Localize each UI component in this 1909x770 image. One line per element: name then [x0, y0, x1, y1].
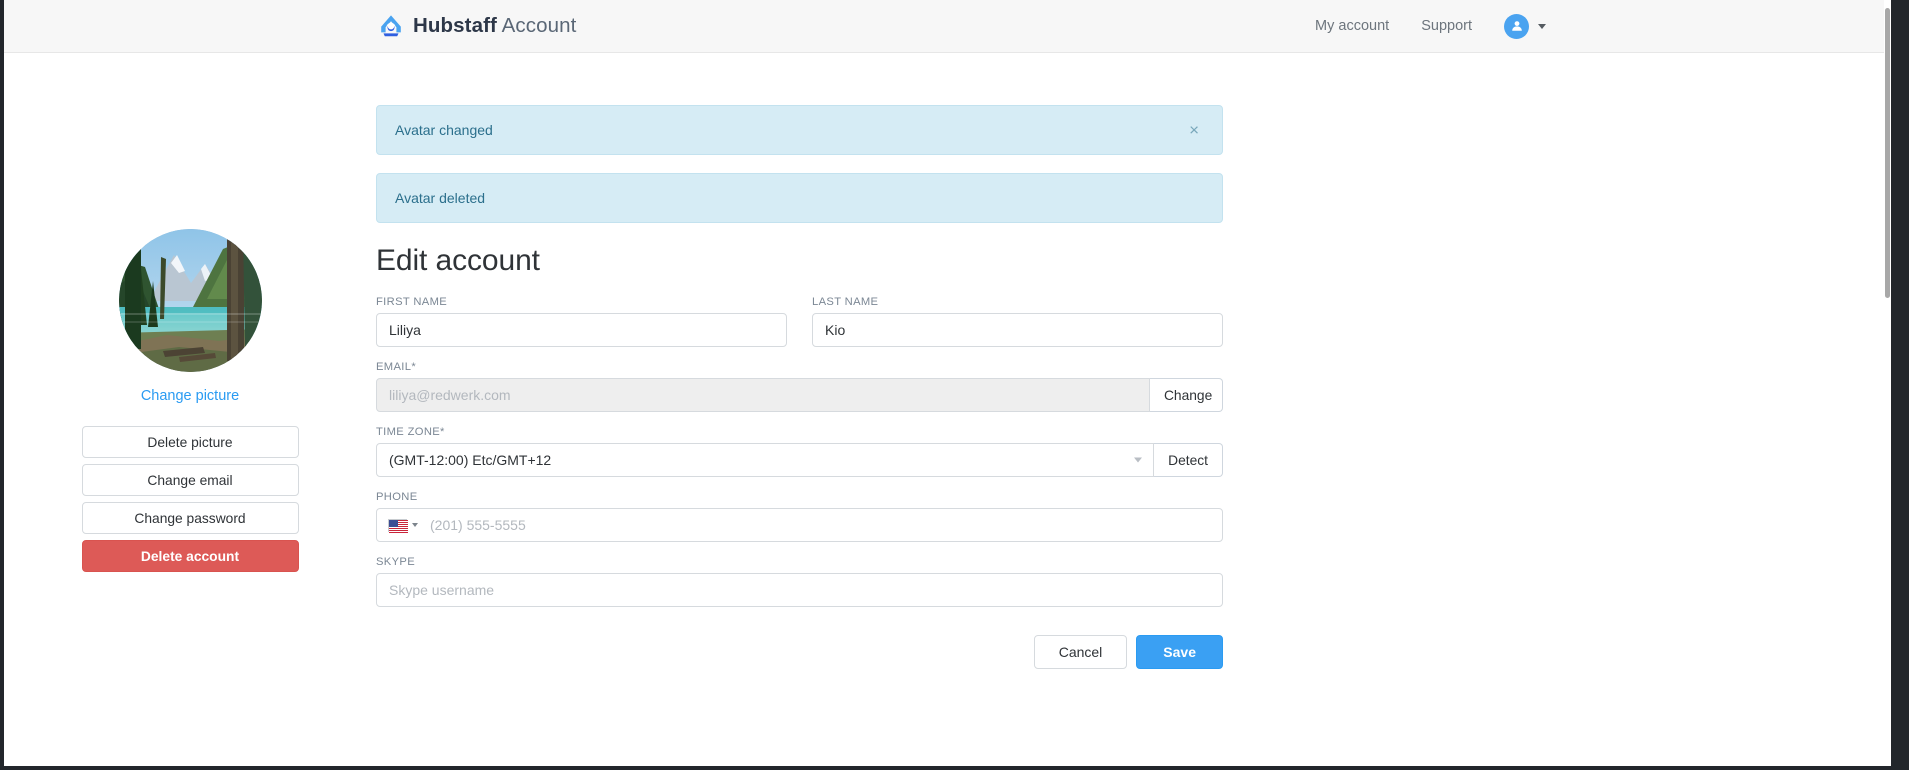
- detect-timezone-button[interactable]: Detect: [1154, 443, 1223, 477]
- chevron-down-icon: [1538, 23, 1546, 29]
- skype-label: SKYPE: [376, 556, 416, 568]
- last-name-group: LAST NAME: [812, 296, 1223, 347]
- nav-my-account[interactable]: My account: [1299, 18, 1405, 34]
- change-password-button[interactable]: Change password: [81, 502, 299, 534]
- skype-group: SKYPE: [376, 556, 1223, 607]
- alert-message: Avatar changed: [395, 122, 493, 138]
- timezone-group: TIME ZONE* Detect: [376, 426, 1223, 477]
- delete-account-button[interactable]: Delete account: [81, 540, 299, 572]
- us-flag-icon: [388, 518, 408, 533]
- browser-viewport: Hubstaff Account My account Support Chan…: [0, 0, 1909, 770]
- phone-group: PHONE: [376, 491, 1223, 542]
- timezone-label: TIME ZONE*: [376, 426, 445, 438]
- phone-input-wrapper: [376, 508, 1223, 542]
- profile-sidebar: Change picture Delete picture Change ema…: [4, 77, 376, 669]
- email-input-group: Change: [376, 378, 1223, 412]
- phone-label: PHONE: [376, 491, 418, 503]
- brand-name: Hubstaff: [413, 14, 497, 37]
- form-actions: Cancel Save: [376, 635, 1223, 669]
- scrollbar-thumb[interactable]: [1885, 8, 1890, 298]
- last-name-label: LAST NAME: [812, 296, 879, 308]
- header-nav-links: My account Support: [1299, 13, 1546, 39]
- page-content: Change picture Delete picture Change ema…: [4, 53, 1891, 669]
- name-row: FIRST NAME LAST NAME: [376, 296, 1223, 347]
- brand-title: Hubstaff Account: [413, 14, 576, 38]
- change-picture-link[interactable]: Change picture: [141, 388, 239, 404]
- account-menu-button[interactable]: [1504, 13, 1546, 39]
- page-title: Edit account: [376, 244, 540, 277]
- sidebar-action-buttons: Delete picture Change email Change passw…: [81, 426, 299, 572]
- hubstaff-logo-icon: [378, 13, 404, 39]
- user-circle-icon: [1504, 13, 1529, 39]
- avatar: [118, 229, 262, 372]
- save-button[interactable]: Save: [1136, 635, 1223, 669]
- alert-avatar-deleted: Avatar deleted: [376, 173, 1223, 223]
- alert-avatar-changed: Avatar changed ×: [376, 105, 1223, 155]
- change-email-button[interactable]: Change email: [81, 464, 299, 496]
- email-label: EMAIL*: [376, 361, 417, 373]
- close-icon[interactable]: ×: [1183, 121, 1205, 140]
- hubstaff-logo-link[interactable]: Hubstaff Account: [378, 13, 576, 39]
- top-navigation-bar: Hubstaff Account My account Support: [4, 0, 1891, 53]
- country-code-select[interactable]: [377, 509, 426, 541]
- phone-input[interactable]: [426, 509, 1222, 541]
- email-input[interactable]: [376, 378, 1150, 412]
- chevron-down-icon: [412, 523, 418, 527]
- first-name-label: FIRST NAME: [376, 296, 448, 308]
- timezone-input-group: Detect: [376, 443, 1223, 477]
- first-name-input[interactable]: [376, 313, 787, 347]
- first-name-group: FIRST NAME: [376, 296, 787, 347]
- page-scrollbar[interactable]: [1884, 0, 1891, 766]
- last-name-input[interactable]: [812, 313, 1223, 347]
- timezone-select-wrapper[interactable]: [376, 443, 1155, 477]
- nav-support[interactable]: Support: [1405, 18, 1488, 34]
- account-form-column: Avatar changed × Avatar deleted Edit acc…: [376, 77, 1223, 669]
- cancel-button[interactable]: Cancel: [1033, 635, 1128, 669]
- delete-picture-button[interactable]: Delete picture: [81, 426, 299, 458]
- timezone-select[interactable]: [376, 443, 1155, 477]
- alert-message: Avatar deleted: [395, 190, 486, 206]
- email-group: EMAIL* Change: [376, 361, 1223, 412]
- skype-input[interactable]: [376, 573, 1223, 607]
- brand-product: Account: [501, 14, 577, 37]
- change-email-addon-button[interactable]: Change: [1149, 378, 1223, 412]
